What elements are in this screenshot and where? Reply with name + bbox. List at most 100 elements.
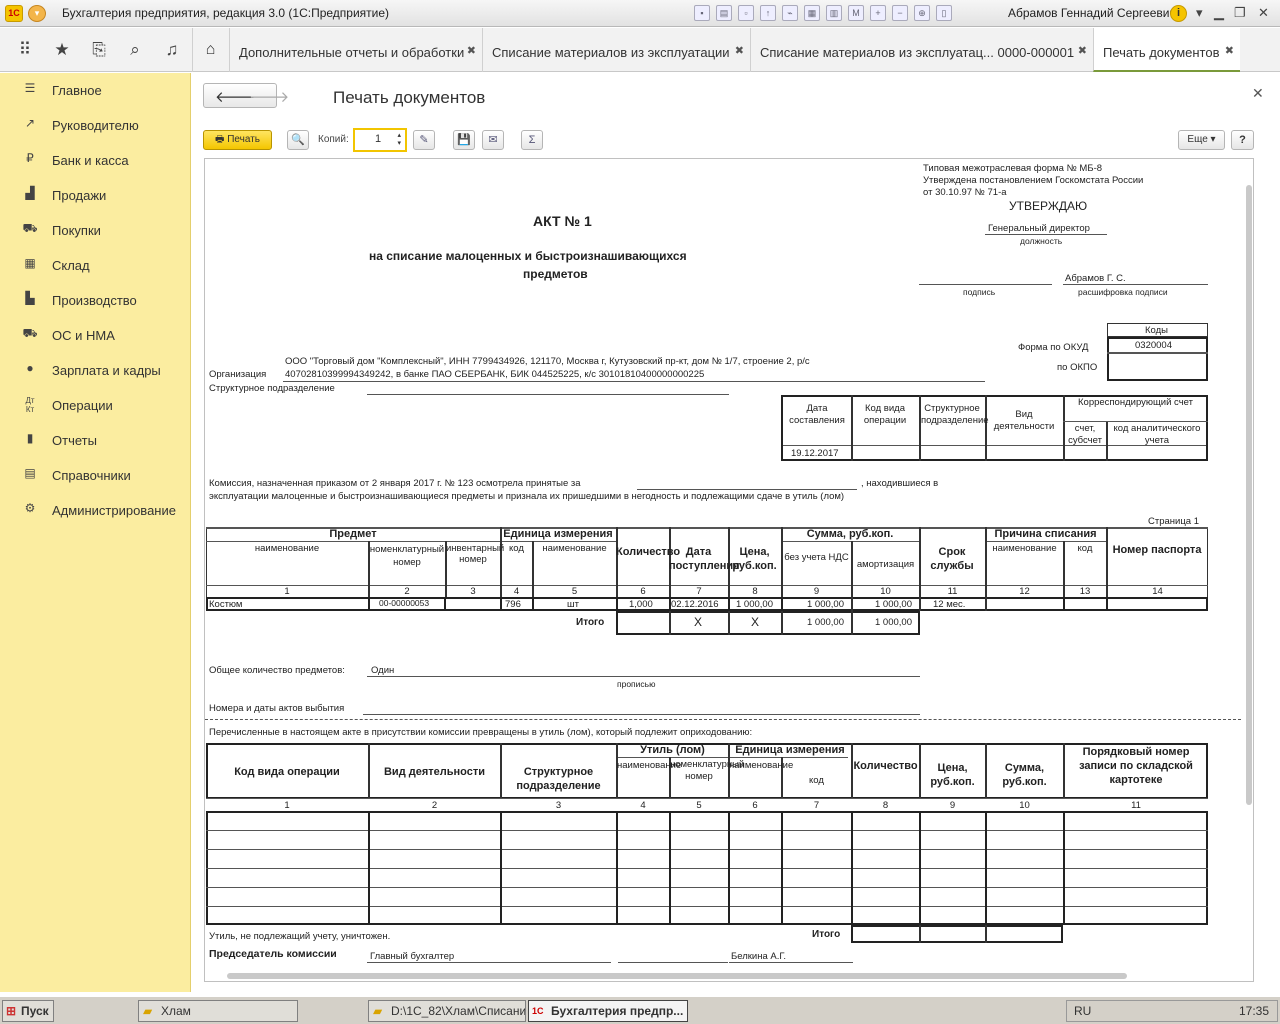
maximize-icon[interactable]: ❐ (1234, 5, 1246, 21)
sidebar-item-warehouse[interactable]: ▦ Склад (0, 248, 191, 283)
col-number: 1 (284, 586, 290, 597)
sidebar-item-operations[interactable]: Дт Кт Операции (0, 388, 191, 423)
sidebar-item-bank[interactable]: ₽ Банк и касса (0, 143, 191, 178)
sidebar-item-production[interactable]: ▙ Производство (0, 283, 191, 318)
organization-label: Организация (209, 369, 267, 380)
main-menu-icon[interactable]: ▾ (28, 5, 46, 22)
sidebar-item-main[interactable]: ☰ Главное (0, 73, 191, 108)
taskbar-item-1c[interactable]: 1С Бухгалтерия предпр... (528, 1000, 688, 1022)
signature-label: подпись (963, 287, 996, 297)
memory-minus-icon[interactable]: − (892, 5, 908, 21)
col-number: 5 (696, 800, 702, 811)
sidebar-item-salary[interactable]: ● Зарплата и кадры (0, 353, 191, 388)
close-tab-icon[interactable]: ✖ (1225, 44, 1234, 57)
page-number: Страница 1 (1148, 516, 1199, 527)
horizontal-scrollbar[interactable] (205, 969, 1240, 981)
language-indicator[interactable]: RU (1074, 1004, 1091, 1018)
table-line (206, 849, 1208, 850)
col-number: 10 (1019, 800, 1030, 811)
close-tab-icon[interactable]: ✖ (735, 44, 744, 57)
more-button[interactable]: Еще ▾ (1178, 130, 1225, 150)
col-inv: инвентарный номер (446, 543, 505, 565)
upload-icon[interactable]: ↑ (760, 5, 776, 21)
save-button[interactable]: 💾 (453, 130, 475, 150)
col-number: 6 (752, 800, 758, 811)
save-icon[interactable]: ▪ (694, 5, 710, 21)
taskbar-item-explorer[interactable]: ▰ D:\1C_82\Хлам\Списани... (368, 1000, 526, 1022)
table-line (206, 887, 1208, 888)
calculator-icon[interactable]: ▦ (804, 5, 820, 21)
col-passport: Номер паспорта (1112, 544, 1202, 556)
panel-icon[interactable]: ▯ (936, 5, 952, 21)
t2-col-uname: наименование (729, 760, 794, 771)
sidebar-item-directories[interactable]: ▤ Справочники (0, 458, 191, 493)
col-number: 7 (696, 586, 702, 597)
edit-button[interactable]: ✎ (413, 130, 435, 150)
email-button[interactable]: ✉ (482, 130, 504, 150)
start-button[interactable]: ⊞ Пуск (2, 1000, 54, 1022)
sidebar-item-assets[interactable]: ⛟ ОС и НМА (0, 318, 191, 353)
copies-input[interactable]: 1 ▴ ▾ (353, 128, 407, 152)
t2-col-activity: Вид деятельности (383, 766, 485, 778)
forward-arrow-icon[interactable]: 🡒 (249, 87, 289, 106)
col-number: 14 (1152, 586, 1163, 597)
doc-date: 19.12.2017 (791, 448, 839, 459)
dt-kt-icon: Дт Кт (25, 396, 35, 414)
preview-button[interactable]: 🔍 (287, 130, 309, 150)
taskbar-item-folder[interactable]: ▰ Хлам (138, 1000, 298, 1022)
preview-icon[interactable]: ▫ (738, 5, 754, 21)
table-line (919, 811, 921, 925)
chairman-label: Председатель комиссии (209, 948, 337, 960)
warehouse-icon: ▦ (24, 256, 36, 270)
copies-label: Копий: (318, 134, 349, 145)
t2-col-struct: Структурное подразделение (516, 766, 601, 792)
close-tab-icon[interactable]: ✖ (1078, 44, 1087, 57)
total-count-label: Общее количество предметов: (209, 665, 345, 676)
close-form-icon[interactable]: ✕ (1252, 85, 1264, 102)
close-tab-icon[interactable]: ✖ (467, 44, 476, 57)
apps-grid-icon[interactable]: ⠿ (15, 40, 35, 60)
memory-m-icon[interactable]: M (848, 5, 864, 21)
sidebar-item-admin[interactable]: ⚙ Администрирование (0, 493, 191, 528)
close-window-icon[interactable]: ✕ (1258, 5, 1269, 21)
sum-button[interactable]: Σ (521, 130, 543, 150)
sidebar-item-reports[interactable]: ▮ Отчеты (0, 423, 191, 458)
home-icon[interactable]: ⌂ (192, 28, 228, 72)
search-icon[interactable]: ⌕ (125, 40, 145, 60)
zoom-icon[interactable]: ⊕ (914, 5, 930, 21)
user-name[interactable]: Абрамов Геннадий Сергеевич (1008, 6, 1176, 20)
tab-writeoff-document[interactable]: Списание материалов из эксплуатац... 000… (750, 28, 1093, 72)
memory-plus-icon[interactable]: + (870, 5, 886, 21)
tab-additional-reports[interactable]: Дополнительные отчеты и обработки ✖ (229, 28, 482, 72)
info-icon[interactable]: i (1170, 5, 1187, 22)
t2-total-label: Итого (812, 929, 841, 940)
taskbar: ⊞ Пуск ▰ Хлам ▰ D:\1C_82\Хлам\Списани... 1С… (0, 996, 1280, 1024)
history-icon[interactable]: ⎘ (89, 40, 109, 60)
tab-writeoff-list[interactable]: Списание материалов из эксплуатации ✖ (482, 28, 750, 72)
sidebar-item-manager[interactable]: ↗ Руководителю (0, 108, 191, 143)
vertical-scrollbar[interactable] (1244, 169, 1253, 971)
bell-icon[interactable]: ♫ (162, 40, 182, 60)
col-sum: Сумма, руб.коп. (806, 528, 894, 540)
spin-icon[interactable]: ▴ ▾ (397, 132, 401, 148)
print-icon[interactable]: ▤ (716, 5, 732, 21)
favorites-star-icon[interactable]: ★ (52, 40, 72, 60)
sidebar-item-sales[interactable]: ▟ Продажи (0, 178, 191, 213)
col-number: 8 (882, 800, 889, 811)
t2-col-ucode: код (809, 775, 824, 786)
calendar-icon[interactable]: ▥ (826, 5, 842, 21)
link-icon[interactable]: ⌁ (782, 5, 798, 21)
help-button[interactable]: ? (1231, 130, 1254, 150)
truck-icon: ⛟ (22, 326, 38, 340)
destroyed-text: Утиль, не подлежащий учету, уничтожен. (209, 931, 391, 942)
sidebar-item-purchases[interactable]: ⛟ Покупки (0, 213, 191, 248)
minimize-icon[interactable]: ▁ (1214, 5, 1224, 21)
dropdown-icon[interactable]: ▾ (1196, 5, 1203, 21)
t2-col-qty: Количество (853, 760, 918, 772)
col-number: 7 (813, 800, 820, 811)
col-reason: Причина списания (994, 528, 1097, 540)
signer-name: Абрамов Г. С. (1065, 273, 1126, 284)
tab-print-documents[interactable]: Печать документов ✖ (1093, 28, 1240, 72)
print-button[interactable]: 🖶 Печать (203, 130, 272, 150)
cart-icon: ⛟ (22, 221, 38, 235)
